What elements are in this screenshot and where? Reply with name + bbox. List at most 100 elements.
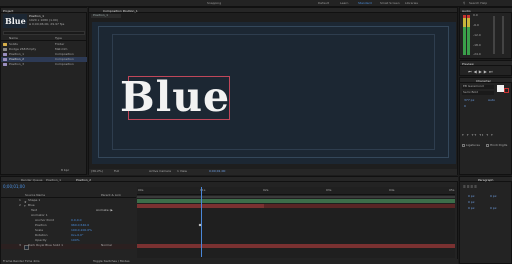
preview-panel: Preview ⏮◀▶▶⏭ — [459, 60, 512, 76]
composition-icon — [3, 58, 7, 61]
thumbnail-title: Blue — [5, 16, 26, 26]
views-dropdown[interactable]: 1 View — [177, 169, 187, 173]
space-before-value[interactable]: 0 px — [468, 206, 475, 210]
frame-render-time: Frame Render Time 4ms — [3, 258, 40, 263]
alignment-buttons: ☰☰☰☰ — [463, 185, 509, 190]
last-frame-icon[interactable]: ⏭ — [489, 69, 495, 74]
audio-slider-right[interactable] — [502, 16, 504, 54]
layer-bar-text-rest[interactable] — [264, 204, 455, 208]
current-time[interactable]: 0;00;01;00 — [209, 169, 225, 173]
column-source-name[interactable]: Source Name — [25, 193, 45, 197]
tab-position-1[interactable]: Position_1 — [46, 178, 61, 182]
indent-left-value[interactable]: 0 px — [468, 194, 475, 198]
project-thumbnail: Blue — [3, 14, 27, 28]
faux-style-buttons: T T TT Tt T T — [462, 133, 510, 138]
search-help-input[interactable]: Search Help — [469, 1, 487, 5]
work-area-bar[interactable] — [137, 196, 455, 198]
tab-render-queue[interactable]: Render Queue — [21, 178, 43, 182]
zoom-dropdown[interactable]: (36.2%) — [91, 169, 103, 173]
tab-position-2[interactable]: Position_2 — [76, 178, 91, 182]
project-tab[interactable]: Project — [3, 9, 13, 13]
bold-button[interactable]: T — [462, 133, 465, 137]
text-layer-icon: T — [24, 204, 26, 208]
menu-bar: Snapping Default Learn Standard Small Sc… — [0, 0, 512, 7]
layer-row[interactable]: 3 Dark Royal Blue Solid 1 Normal — [1, 243, 136, 250]
preview-controls: ⏮◀▶▶⏭ — [468, 69, 506, 74]
timeline-timecode[interactable]: 0;00;01;00 — [3, 184, 25, 189]
composition-panel: Composition Position_1 Position_1 Blue (… — [88, 7, 458, 175]
column-type[interactable]: Type — [55, 36, 62, 40]
subscript-button[interactable]: T — [491, 133, 494, 137]
toggle-switches-modes[interactable]: Toggle Switches / Modes — [93, 259, 130, 263]
leading-value[interactable]: Auto — [488, 98, 495, 102]
bpc-label[interactable]: 8 bpc — [61, 168, 69, 172]
hindi-digits-checkbox[interactable] — [486, 144, 489, 147]
composition-icon — [3, 63, 7, 66]
column-name[interactable]: Name — [9, 36, 18, 40]
character-panel: Character EB Garamond Semi Bold 377 px A… — [459, 77, 512, 175]
font-style-dropdown[interactable]: Semi Bold — [462, 90, 494, 95]
tracking-value[interactable]: 0 — [464, 104, 466, 108]
font-family-dropdown[interactable]: EB Garamond — [462, 84, 494, 89]
time-ruler[interactable]: 00s 01s 02s 03s 04s 05s — [137, 187, 455, 195]
footage-icon — [3, 48, 7, 51]
audio-meter-right — [467, 15, 470, 55]
preview-info-2: Δ 0;00;06;00, 29.97 fps — [29, 22, 65, 26]
menu-small-screen[interactable]: Small Screen — [380, 1, 400, 5]
smallcaps-button[interactable]: Tt — [479, 133, 484, 137]
ligatures-checkbox[interactable] — [462, 144, 465, 147]
superscript-button[interactable]: T — [486, 133, 489, 137]
layer-bar-shape[interactable] — [137, 199, 455, 203]
paragraph-tab[interactable]: Paragraph — [478, 178, 493, 182]
layer-bar-solid[interactable] — [137, 244, 455, 248]
stroke-color-swatch[interactable] — [504, 88, 509, 93]
menu-standard[interactable]: Standard — [358, 1, 372, 5]
comp-title-text[interactable]: Blue — [120, 73, 230, 121]
column-parent-link[interactable]: Parent & Link — [101, 193, 121, 197]
timeline-panel: Render Queue Position_1 Position_2 0;00;… — [0, 176, 458, 264]
project-list: Solids Folder Dodge 268 Empty Mat.Clm Po… — [1, 42, 87, 72]
comp-viewer[interactable]: Blue — [92, 22, 456, 164]
layer-list: 1 ★ Shape 1 2 T Blue Text Animate: ▶ Ani… — [1, 198, 136, 257]
folder-icon — [3, 43, 7, 46]
fill-color-swatch[interactable] — [497, 85, 504, 92]
menu-default[interactable]: Default — [318, 1, 329, 5]
search-icon[interactable]: ⚲ — [463, 1, 465, 5]
allcaps-button[interactable]: TT — [472, 133, 478, 137]
comp-breadcrumb[interactable]: Position_1 — [91, 13, 121, 18]
audio-tab[interactable]: Audio — [462, 9, 471, 13]
audio-slider-left[interactable] — [493, 16, 495, 54]
track-area[interactable] — [137, 187, 455, 258]
audio-db-scale: 0.0 -6.0 -12.0 -18.0 -24.0 — [473, 13, 481, 56]
timeline-column-header: Source Name Parent & Link — [1, 193, 136, 198]
justify-icon[interactable]: ☰ — [474, 185, 478, 189]
project-column-header: Name Type — [1, 36, 87, 41]
space-after-value[interactable]: 0 px — [490, 206, 497, 210]
playhead[interactable] — [201, 187, 202, 257]
menu-libraries[interactable]: Libraries — [405, 1, 418, 5]
character-tab[interactable]: Character — [476, 79, 491, 83]
indent-right-value[interactable]: 0 px — [490, 194, 497, 198]
audio-meter-left — [463, 15, 466, 55]
menu-learn[interactable]: Learn — [340, 1, 348, 5]
resolution-dropdown[interactable]: Full — [114, 169, 119, 173]
hindi-digits-label: Hindi Digits — [490, 142, 508, 147]
project-search-input[interactable] — [3, 31, 85, 35]
mode-dropdown[interactable]: Normal — [101, 243, 112, 247]
font-size-value[interactable]: 377 px — [464, 98, 474, 102]
audio-panel: Audio 0.0 -6.0 -12.0 -18.0 -24.0 — [459, 7, 512, 59]
animate-button[interactable]: Animate: ▶ — [96, 208, 113, 212]
preview-tab[interactable]: Preview — [462, 62, 474, 66]
project-item-position-3[interactable]: Position_3 Composition — [1, 62, 87, 67]
camera-dropdown[interactable]: Active Camera — [149, 169, 171, 173]
menu-snapping[interactable]: Snapping — [207, 1, 221, 5]
italic-button[interactable]: T — [467, 133, 470, 137]
comp-footer: (36.2%) Full Active Camera 1 View 0;00;0… — [89, 169, 457, 175]
timeline-footer: Frame Render Time 4ms Toggle Switches / … — [1, 259, 458, 264]
composition-tab[interactable]: Composition Position_1 — [103, 9, 138, 13]
ligatures-label: Ligatures — [466, 142, 480, 147]
project-panel: Project Blue Position_1 1920 x 1080 (1.0… — [0, 7, 87, 175]
indent-first-value[interactable]: 0 px — [468, 200, 475, 204]
composition-icon — [3, 53, 7, 56]
paragraph-panel: Paragraph ☰☰☰☰ 0 px 0 px 0 px 0 px 0 px — [459, 176, 512, 264]
